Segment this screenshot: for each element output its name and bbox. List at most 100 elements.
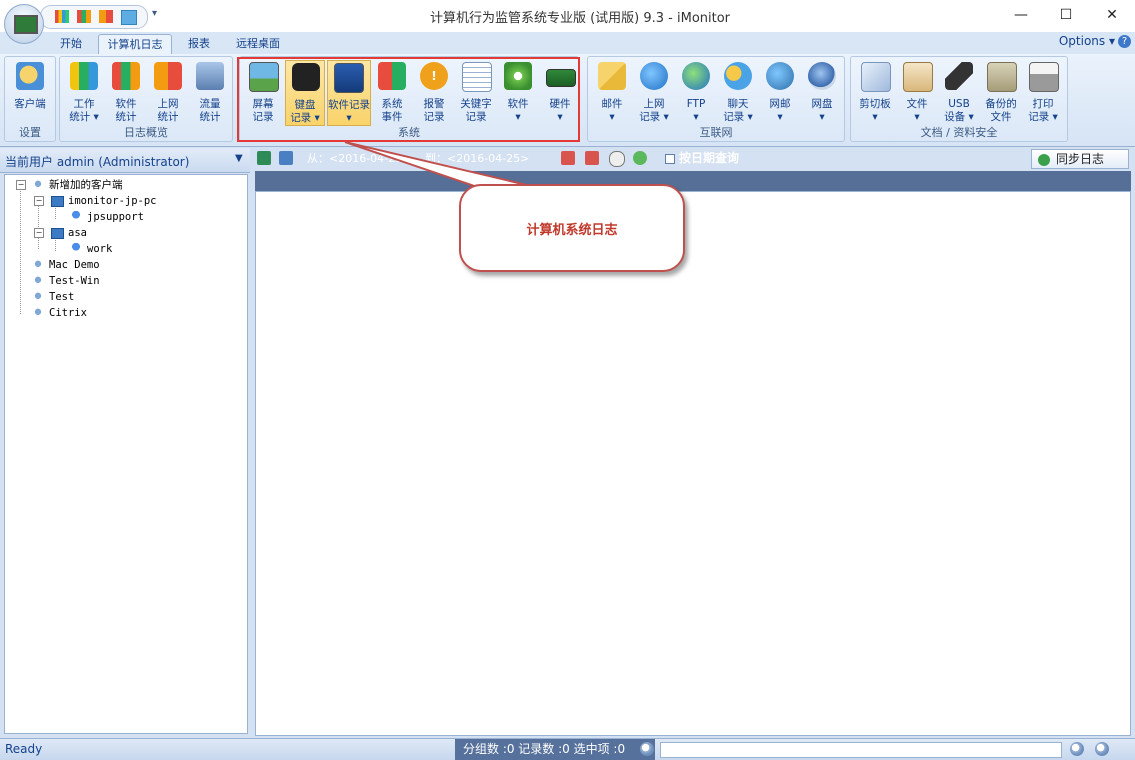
netdisk-icon — [808, 62, 836, 90]
quick-access-toolbar — [40, 5, 148, 29]
status-counts: 分组数 :0 记录数 :0 选中项 :0 — [455, 739, 655, 760]
callout-text: 计算机系统日志 — [526, 223, 618, 238]
tree-node-group[interactable]: 新增加的客户端 — [31, 177, 123, 193]
tab-remote-desktop[interactable]: 远程桌面 — [228, 34, 288, 54]
ribbon-group-settings: 客户端 设置 — [4, 56, 56, 142]
app-menu-orb[interactable] — [4, 4, 44, 44]
tree-expander[interactable]: − — [34, 196, 44, 206]
netdisk-button[interactable]: 网盘 ▾ — [802, 60, 842, 126]
close-button[interactable]: ✕ — [1089, 0, 1135, 31]
log-header-bar — [255, 171, 1131, 191]
options-menu[interactable]: Options ▾ — [1059, 34, 1115, 48]
tree-node-group[interactable]: Mac Demo — [31, 257, 100, 273]
refresh-icon[interactable] — [633, 151, 647, 165]
usb-device-button[interactable]: USB 设备 ▾ — [939, 60, 979, 126]
client-icon — [16, 62, 44, 90]
date-to-selector[interactable]: 到：<2016-04-25> — [425, 150, 529, 166]
export-excel-icon[interactable] — [257, 151, 271, 165]
date-query-checkbox[interactable] — [665, 154, 675, 164]
mail-button[interactable]: 邮件 ▾ — [592, 60, 632, 126]
tree-node-group[interactable]: Test — [31, 289, 74, 305]
annotation-callout: 计算机系统日志 — [459, 184, 685, 272]
group-label: 文档 / 资料安全 — [920, 126, 998, 139]
qat-dropdown-icon[interactable]: ▾ — [152, 8, 157, 19]
tree-node-user[interactable]: work — [69, 241, 112, 257]
web-stats-button[interactable]: 上网 统计 — [148, 60, 188, 126]
web-chart-icon — [154, 62, 182, 90]
webmail-globe-icon — [766, 62, 794, 90]
chat-record-button[interactable]: 聊天 记录 ▾ — [718, 60, 758, 126]
tree-node-group[interactable]: Citrix — [31, 305, 87, 321]
zoom-out-icon[interactable] — [1070, 742, 1084, 756]
usb-drive-icon — [945, 62, 973, 90]
tree-node-pc[interactable]: imonitor-jp-pc — [51, 193, 157, 209]
software-stats-button[interactable]: 软件 统计 — [106, 60, 146, 126]
sync-icon — [1038, 153, 1050, 166]
chart-icon[interactable] — [55, 10, 69, 23]
network-group-icon — [31, 307, 45, 319]
maximize-button[interactable]: ☐ — [1043, 0, 1089, 31]
date-query-label: 按日期查询 — [679, 151, 740, 165]
calendar-icon[interactable] — [561, 151, 575, 165]
tree-node-pc[interactable]: asa — [51, 225, 87, 241]
help-icon[interactable]: ? — [1118, 35, 1131, 48]
export-image-icon[interactable] — [279, 151, 293, 165]
software-chart-icon — [112, 62, 140, 90]
status-ready: Ready — [5, 742, 43, 756]
user-icon — [69, 243, 83, 255]
current-user-label: 当前用户 admin (Administrator) — [5, 155, 190, 169]
ribbon-group-internet: 邮件 ▾ 上网 记录 ▾ FTP ▾ 聊天 记录 ▾ 网邮 ▾ 网盘 ▾ 互联网 — [587, 56, 845, 142]
network-group-icon — [31, 291, 45, 303]
network-group-icon — [31, 275, 45, 287]
group-label: 日志概览 — [124, 126, 168, 139]
web-record-button[interactable]: 上网 记录 ▾ — [634, 60, 674, 126]
tree-node-user[interactable]: jpsupport — [69, 209, 144, 225]
ftp-button[interactable]: FTP ▾ — [676, 60, 716, 126]
computer-icon — [51, 227, 64, 239]
chat-bubble-icon — [724, 62, 752, 90]
log-content-area[interactable] — [255, 191, 1131, 736]
work-chart-icon — [70, 62, 98, 90]
webmail-button[interactable]: 网邮 ▾ — [760, 60, 800, 126]
ftp-globe-icon — [682, 62, 710, 90]
clipboard-button[interactable]: 剪切板 ▾ — [855, 60, 895, 126]
network-group-icon — [31, 259, 45, 271]
sync-log-button[interactable]: 同步日志 — [1031, 149, 1129, 169]
zoom-in-icon[interactable] — [1095, 742, 1109, 756]
file-button[interactable]: 文件 ▾ — [897, 60, 937, 126]
computer-icon — [51, 195, 64, 207]
current-user-header[interactable]: 当前用户 admin (Administrator) ▼ — [0, 148, 250, 173]
search-icon[interactable] — [640, 742, 654, 756]
client-button[interactable]: 客户端 — [10, 60, 50, 126]
bar-chart-icon[interactable] — [77, 10, 91, 23]
tree-expander[interactable]: − — [16, 180, 26, 190]
minimize-button[interactable]: — — [998, 0, 1044, 31]
annotation-highlight-box — [237, 57, 580, 142]
client-tree-panel: 当前用户 admin (Administrator) ▼ − − − 新增加的客… — [0, 148, 250, 736]
chevron-down-icon[interactable]: ▼ — [235, 153, 243, 164]
stats-icon[interactable] — [99, 10, 113, 23]
tree-connector — [20, 187, 21, 314]
ribbon-tabs: 开始 计算机日志 报表 远程桌面 Options ▾ ? — [0, 32, 1135, 55]
backup-files-button[interactable]: 备份的 文件 — [981, 60, 1021, 126]
work-stats-button[interactable]: 工作 统计 ▾ — [64, 60, 104, 126]
tree-expander[interactable]: − — [34, 228, 44, 238]
tab-reports[interactable]: 报表 — [178, 34, 220, 54]
clock-icon[interactable] — [609, 151, 625, 167]
tree-node-group[interactable]: Test-Win — [31, 273, 100, 289]
status-bar: Ready 分组数 :0 记录数 :0 选中项 :0 — [0, 738, 1135, 760]
date-from-selector[interactable]: 从：<2016-04-25 — [307, 150, 402, 166]
client-tree: − − − 新增加的客户端 imonitor-jp-pc jpsupport a… — [4, 174, 248, 734]
group-label: 互联网 — [699, 126, 733, 139]
log-view-panel: 从：<2016-04-25 到：<2016-04-25> 按日期查询 同步日志 — [255, 148, 1131, 736]
tab-computer-log[interactable]: 计算机日志 — [98, 34, 172, 55]
monitor-icon[interactable] — [121, 10, 137, 25]
traffic-stats-button[interactable]: 流量 统计 — [190, 60, 230, 126]
window-title: 计算机行为监管系统专业版 (试用版) 9.3 - iMonitor — [429, 11, 731, 26]
traffic-icon — [196, 62, 224, 90]
zoom-track[interactable] — [660, 742, 1062, 758]
print-record-button[interactable]: 打印 记录 ▾ — [1023, 60, 1063, 126]
calendar-range-icon[interactable] — [585, 151, 599, 165]
file-clipboard-icon — [903, 62, 933, 92]
tab-start[interactable]: 开始 — [50, 34, 92, 54]
